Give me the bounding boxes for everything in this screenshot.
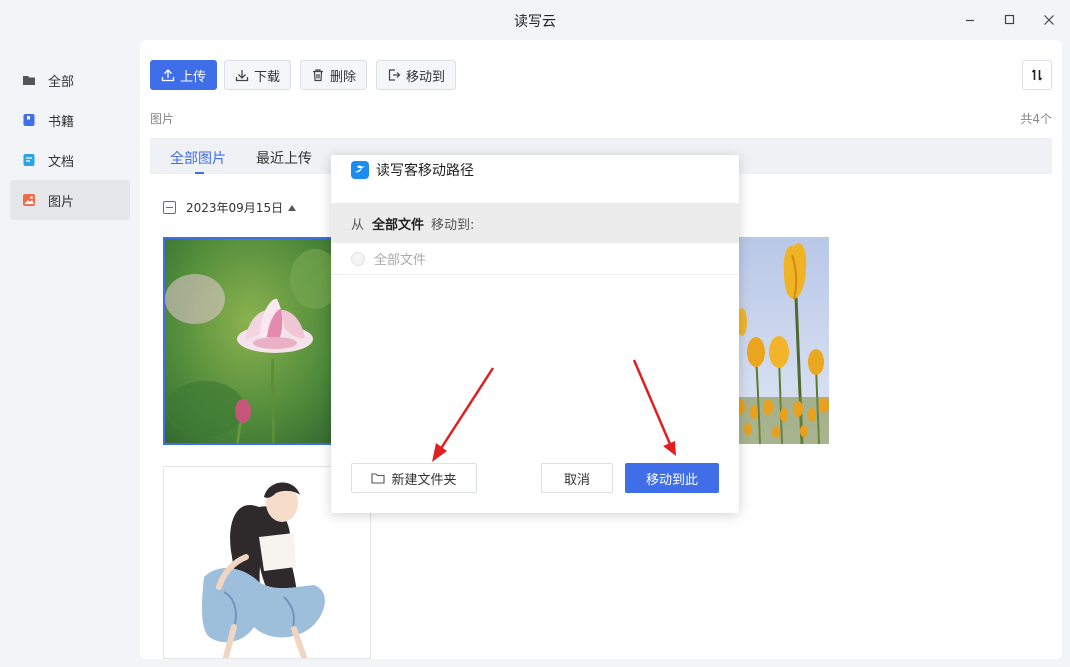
- delete-button[interactable]: 删除: [300, 60, 368, 90]
- new-folder-button[interactable]: 新建文件夹: [351, 463, 477, 493]
- image-thumbnail-lotus[interactable]: [163, 237, 333, 445]
- upload-icon: [161, 69, 175, 82]
- folder-radio[interactable]: [351, 251, 365, 266]
- tab-recent-uploads[interactable]: 最近上传: [256, 148, 312, 168]
- sort-toggle-button[interactable]: [1022, 60, 1052, 90]
- image-icon: [22, 193, 36, 207]
- trash-icon: [313, 69, 323, 82]
- path-suffix-label: 移动到:: [431, 217, 475, 233]
- move-path-dialog: 读写客移动路径 从 全部文件 移动到: 全部文件 新建文件夹 取消 移动到此: [331, 155, 739, 513]
- app-logo-icon: [351, 161, 369, 179]
- maximize-icon[interactable]: [998, 8, 1022, 32]
- path-from-label: 从: [351, 217, 365, 233]
- move-to-button[interactable]: 移动到: [376, 60, 457, 90]
- app-title: 读写云: [514, 14, 556, 30]
- folder-outline-icon: [371, 473, 386, 484]
- sidebar-item-label: 全部: [48, 74, 75, 90]
- book-icon: [22, 113, 36, 127]
- collapse-caret-icon[interactable]: [288, 204, 297, 211]
- sidebar-item-label: 书籍: [48, 114, 75, 130]
- new-folder-label: 新建文件夹: [391, 472, 457, 488]
- sidebar-item-documents[interactable]: 文档: [10, 140, 130, 180]
- sidebar-item-label: 文档: [48, 154, 75, 170]
- tab-all-images[interactable]: 全部图片: [170, 148, 226, 174]
- path-source-folder: 全部文件: [372, 217, 425, 233]
- upload-label: 上传: [180, 69, 207, 85]
- folder-option-label: 全部文件: [374, 253, 427, 268]
- breadcrumb: 图片: [150, 112, 175, 126]
- group-select-checkbox[interactable]: [163, 201, 176, 214]
- move-path-breadcrumb: 从 全部文件 移动到:: [331, 203, 739, 243]
- sidebar: 全部 书籍 文档 图片: [10, 60, 130, 220]
- move-here-button[interactable]: 移动到此: [625, 463, 719, 493]
- sidebar-item-all[interactable]: 全部: [10, 60, 130, 100]
- dialog-title-text: 读写客移动路径: [376, 163, 474, 179]
- folder-option-all-files[interactable]: 全部文件: [331, 243, 739, 275]
- title-bar: 读写云: [0, 0, 1070, 40]
- sidebar-item-books[interactable]: 书籍: [10, 100, 130, 140]
- download-button[interactable]: 下载: [224, 60, 292, 90]
- document-icon: [22, 153, 36, 167]
- upload-button[interactable]: 上传: [150, 60, 218, 90]
- date-group-header: 2023年09月15日: [163, 199, 297, 216]
- download-icon: [235, 70, 249, 82]
- cancel-button[interactable]: 取消: [541, 463, 613, 493]
- delete-label: 删除: [330, 69, 357, 85]
- item-count: 共4个: [1020, 112, 1052, 126]
- dialog-title: 读写客移动路径: [351, 160, 474, 180]
- sidebar-item-images[interactable]: 图片: [10, 180, 130, 220]
- move-icon: [388, 69, 401, 81]
- sort-icon: [1031, 69, 1043, 81]
- date-group-label: 2023年09月15日: [186, 201, 284, 215]
- download-label: 下载: [254, 69, 281, 85]
- minimize-icon[interactable]: [958, 8, 982, 32]
- close-icon[interactable]: [1037, 8, 1061, 32]
- image-thumbnail-tulips[interactable]: [734, 237, 829, 444]
- folder-icon: [22, 73, 36, 87]
- sidebar-item-label: 图片: [48, 194, 75, 210]
- move-to-label: 移动到: [406, 69, 446, 85]
